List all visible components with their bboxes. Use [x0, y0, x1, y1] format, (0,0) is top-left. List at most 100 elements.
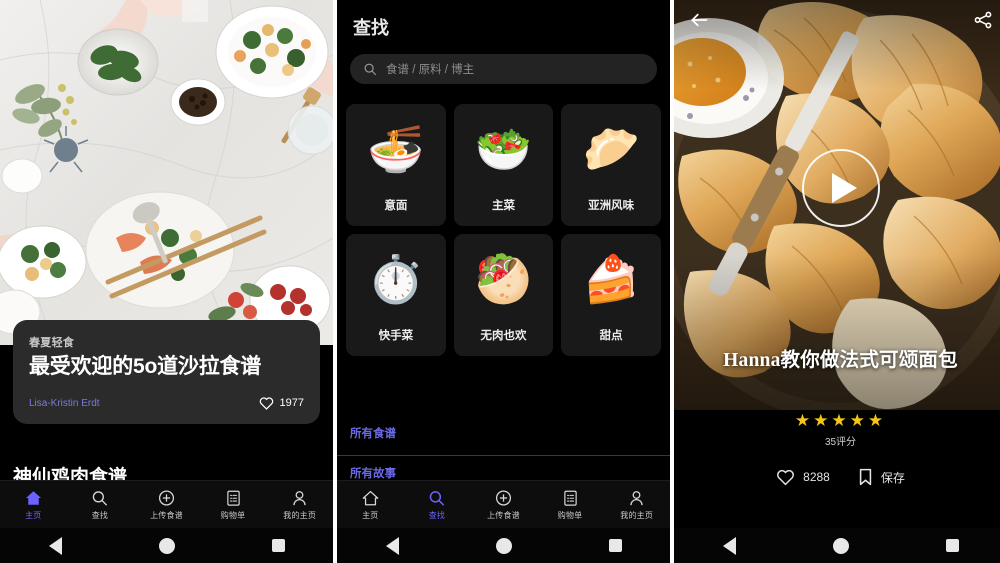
croissant-video-thumbnail[interactable]: Hanna教你做法式可颂面包	[674, 0, 1000, 410]
stopwatch-icon: ⏱️	[367, 252, 425, 305]
clipboard-list-icon	[563, 490, 577, 506]
category-grid: 🍜 意面 🥗 主菜 🥟 亚洲风味 ⏱️ 快手菜 🥙 无肉也欢 🍰 甜点	[346, 104, 661, 356]
tab-home[interactable]: 主页	[0, 489, 67, 521]
video-top-actions	[674, 10, 1000, 30]
category-tile-main-dish[interactable]: 🥗 主菜	[453, 104, 554, 226]
heart-icon	[259, 397, 273, 410]
category-label: 甜点	[599, 330, 623, 342]
dim-sum-steamer-icon: 🥟	[582, 122, 640, 175]
category-tile-dessert[interactable]: 🍰 甜点	[561, 234, 661, 356]
clipboard-list-icon	[226, 490, 240, 506]
search-icon	[430, 490, 445, 505]
tab-upload-label: 上传食谱	[150, 510, 183, 520]
cake-slice-icon: 🍰	[582, 252, 640, 305]
bookmark-icon	[859, 468, 872, 486]
category-label: 主菜	[491, 200, 515, 212]
category-tile-pasta[interactable]: 🍜 意面	[346, 104, 446, 226]
android-navigation-bar	[337, 528, 670, 563]
bottom-tab-bar-search: 主页 查找 上传食谱 购物单 我的主页	[337, 480, 670, 528]
tab-home-label: 主页	[362, 510, 379, 520]
android-navigation-bar	[0, 528, 333, 563]
tab-search-label: 查找	[428, 510, 446, 520]
person-icon	[293, 490, 306, 505]
tab-search-label: 查找	[91, 510, 109, 520]
back-arrow-icon[interactable]	[688, 10, 710, 30]
tab-search[interactable]: 查找	[404, 489, 471, 521]
play-button[interactable]	[801, 149, 880, 227]
tab-shopping-label: 购物单	[557, 510, 583, 520]
tab-home-label: 主页	[25, 510, 42, 520]
rating-count: 35评分	[824, 437, 857, 448]
tab-my-page-label: 我的主页	[620, 510, 654, 520]
home-icon	[25, 490, 41, 505]
category-label: 意面	[384, 200, 408, 212]
home-icon	[362, 490, 379, 505]
category-label: 快手菜	[378, 330, 414, 342]
plus-circle-icon	[495, 489, 512, 506]
tab-my-page-label: 我的主页	[283, 510, 317, 520]
heart-icon	[777, 469, 795, 486]
phone-screen-recipe-video: Hanna教你做法式可颂面包 ★★★★★ 35评分 8288 保存	[674, 0, 1000, 563]
rating-stars[interactable]: ★★★★★	[674, 412, 1000, 429]
search-icon	[364, 63, 377, 76]
card-author[interactable]: Lisa-Kristin Erdt	[29, 398, 100, 409]
salad-flatlay-photo	[0, 0, 333, 345]
card-title: 最受欢迎的5o道沙拉食谱	[29, 355, 262, 378]
category-label: 无肉也欢	[480, 330, 527, 342]
video-title: Hanna教你做法式可颂面包	[723, 350, 958, 371]
back-triangle-icon[interactable]	[722, 536, 736, 555]
tab-shopping-list[interactable]: 购物单	[200, 489, 267, 521]
recipe-actions: 8288 保存	[674, 468, 1000, 486]
phone-screen-home: 春夏轻食 最受欢迎的5o道沙拉食谱 Lisa-Kristin Erdt 1977…	[0, 0, 333, 563]
tab-home[interactable]: 主页	[337, 489, 404, 521]
recents-square-icon[interactable]	[271, 539, 285, 552]
person-icon	[630, 490, 643, 505]
pasta-bowl-icon: 🍜	[367, 122, 425, 175]
bottom-tab-bar-home: 主页 查找 上传食谱 购物单 我的主页	[0, 480, 333, 528]
tab-shopping-label: 购物单	[220, 510, 246, 520]
save-button[interactable]: 保存	[858, 468, 905, 486]
search-icon	[93, 490, 108, 505]
card-footer: Lisa-Kristin Erdt 1977	[29, 396, 304, 410]
three-phone-screenshots: 春夏轻食 最受欢迎的5o道沙拉食谱 Lisa-Kristin Erdt 1977…	[0, 0, 1000, 563]
tab-my-page[interactable]: 我的主页	[603, 489, 670, 521]
back-triangle-icon[interactable]	[48, 536, 62, 555]
save-label: 保存	[880, 470, 905, 485]
main-dish-bowl-icon: 🥗	[474, 122, 533, 175]
link-all-recipes[interactable]: 所有食谱	[337, 416, 670, 450]
tab-search[interactable]: 查找	[67, 489, 134, 521]
hero-image-svg	[0, 0, 333, 345]
android-navigation-bar	[674, 528, 1000, 563]
category-tile-quick[interactable]: ⏱️ 快手菜	[346, 234, 446, 356]
recents-square-icon[interactable]	[608, 539, 622, 552]
phone-screen-search: 查找 食谱 / 原料 / 博主 🍜 意面 🥗 主菜 🥟 亚洲风味 ⏱️ 快手菜 …	[337, 0, 670, 563]
card-like-group[interactable]: 1977	[259, 396, 304, 410]
recipe-meta: ★★★★★ 35评分 8288 保存	[674, 412, 1000, 486]
home-circle-icon[interactable]	[832, 537, 849, 554]
search-placeholder: 食谱 / 原料 / 博主	[386, 64, 475, 76]
featured-recipe-card[interactable]: 春夏轻食 最受欢迎的5o道沙拉食谱 Lisa-Kristin Erdt 1977	[13, 320, 320, 425]
card-like-count: 1977	[279, 397, 304, 410]
share-icon[interactable]	[973, 10, 993, 30]
tab-my-page[interactable]: 我的主页	[266, 489, 333, 521]
home-circle-icon[interactable]	[158, 537, 175, 554]
page-title: 查找	[353, 18, 389, 38]
back-triangle-icon[interactable]	[385, 536, 399, 555]
category-label: 亚洲风味	[588, 200, 635, 212]
tab-upload-label: 上传食谱	[487, 510, 520, 520]
play-icon	[831, 173, 857, 203]
plus-circle-icon	[158, 489, 175, 506]
tab-upload-recipe[interactable]: 上传食谱	[133, 489, 200, 521]
tab-upload-recipe[interactable]: 上传食谱	[470, 489, 537, 521]
like-button[interactable]: 8288	[776, 468, 830, 486]
home-circle-icon[interactable]	[495, 537, 512, 554]
category-tile-meatless[interactable]: 🥙 无肉也欢	[453, 234, 554, 356]
search-input[interactable]: 食谱 / 原料 / 博主	[350, 54, 657, 84]
recents-square-icon[interactable]	[945, 539, 959, 552]
salad-bowl-icon: 🥙	[474, 252, 533, 305]
tab-shopping-list[interactable]: 购物单	[537, 489, 604, 521]
card-eyebrow: 春夏轻食	[29, 337, 75, 349]
category-tile-asian[interactable]: 🥟 亚洲风味	[561, 104, 661, 226]
search-header: 查找	[337, 0, 670, 46]
like-count: 8288	[803, 470, 830, 484]
